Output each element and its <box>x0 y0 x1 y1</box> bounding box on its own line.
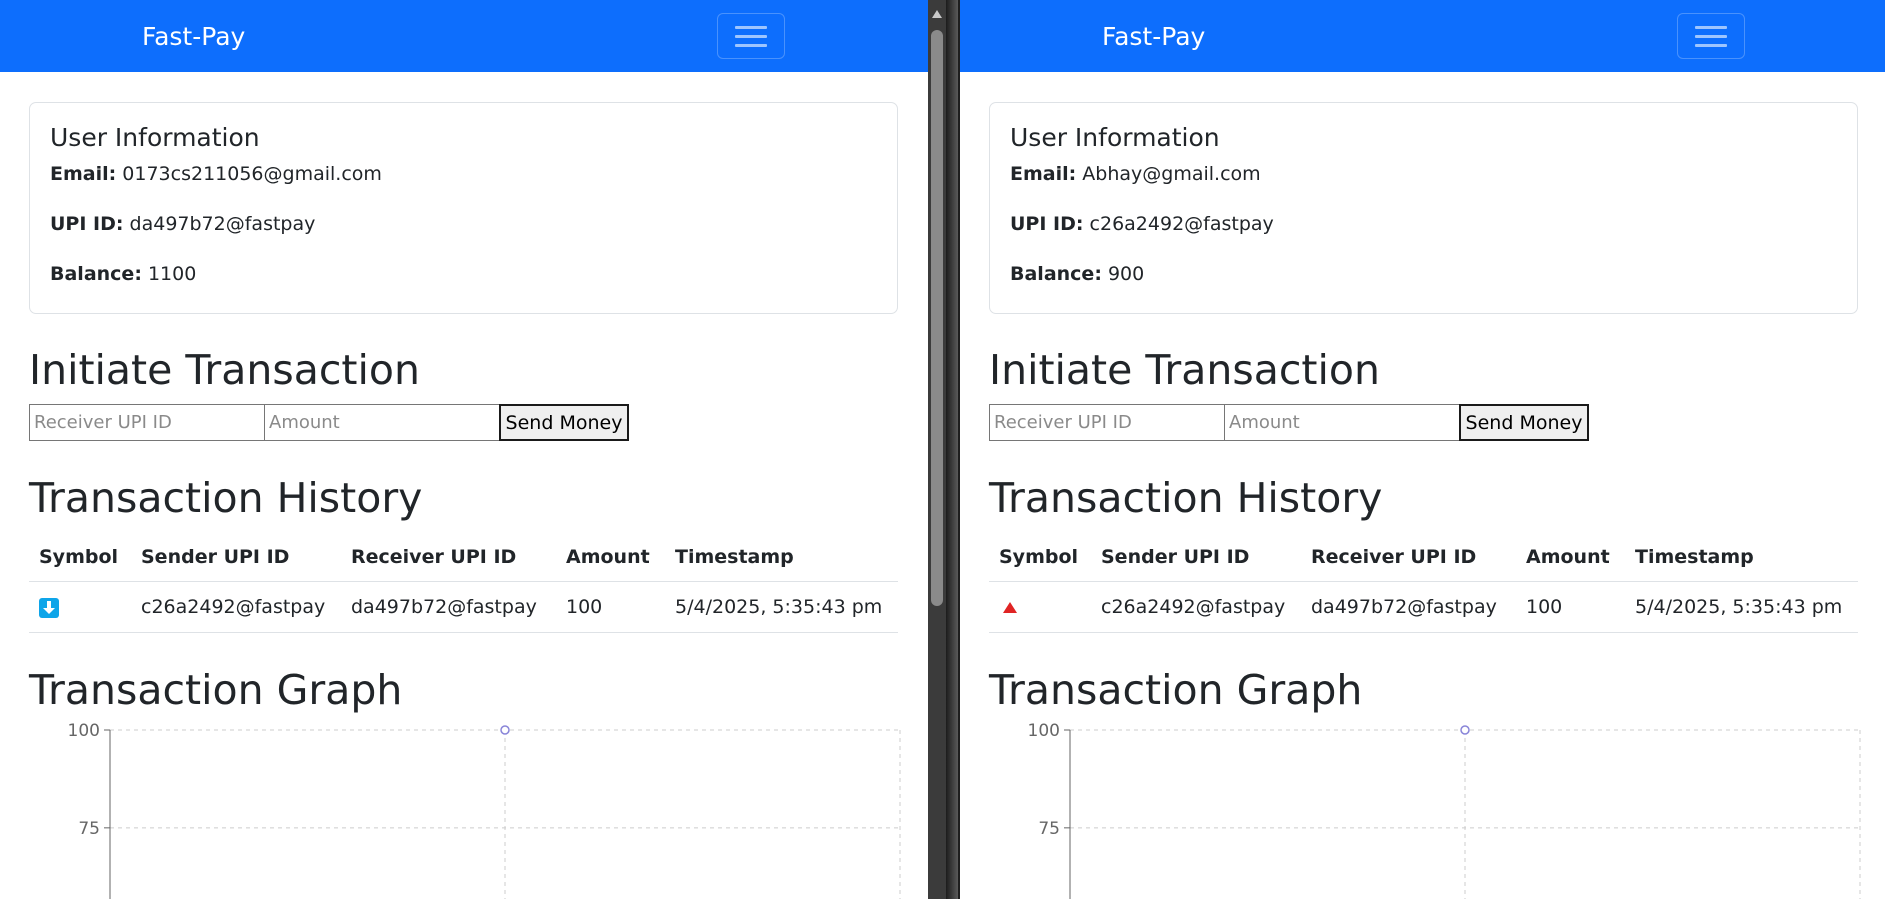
upi-row: UPI ID: c26a2492@fastpay <box>1010 211 1837 237</box>
timestamp-cell: 5/4/2025, 5:35:43 pm <box>1625 581 1858 633</box>
initiate-heading: Initiate Transaction <box>989 346 1380 394</box>
email-row: Email: Abhay@gmail.com <box>1010 161 1837 187</box>
email-label: Email: <box>50 163 117 185</box>
col-receiver: Receiver UPI ID <box>341 532 556 582</box>
received-arrow-icon <box>39 597 59 618</box>
upi-row: UPI ID: da497b72@fastpay <box>50 211 877 237</box>
col-amount: Amount <box>556 532 665 582</box>
data-point <box>1460 725 1470 735</box>
graph-svg: 100 75 <box>1028 722 1861 899</box>
y-tick-label: 100 <box>68 722 100 741</box>
amount-cell: 100 <box>1516 581 1625 633</box>
col-timestamp: Timestamp <box>1625 532 1858 582</box>
col-receiver: Receiver UPI ID <box>1301 532 1516 582</box>
scrollbar-thumb[interactable] <box>931 30 943 606</box>
upi-label: UPI ID: <box>50 213 124 235</box>
col-sender: Sender UPI ID <box>1091 532 1301 582</box>
col-symbol: Symbol <box>989 532 1091 582</box>
user-info-card: User Information Email: Abhay@gmail.com … <box>989 102 1858 314</box>
y-tick-label: 100 <box>1028 722 1060 741</box>
email-label: Email: <box>1010 163 1077 185</box>
graph-heading: Transaction Graph <box>29 666 403 714</box>
timestamp-cell: 5/4/2025, 5:35:43 pm <box>665 581 898 633</box>
balance-row: Balance: 1100 <box>50 261 877 287</box>
send-money-button[interactable]: Send Money <box>1459 404 1589 441</box>
email-row: Email: 0173cs211056@gmail.com <box>50 161 877 187</box>
vertical-scrollbar[interactable] <box>928 0 958 899</box>
receiver-cell: da497b72@fastpay <box>1301 581 1516 633</box>
hamburger-icon <box>735 26 767 29</box>
upi-value: da497b72@fastpay <box>129 213 316 235</box>
transaction-graph: 100 75 <box>55 722 907 899</box>
initiate-heading: Initiate Transaction <box>29 346 420 394</box>
navbar-toggler-button[interactable] <box>717 13 785 59</box>
send-money-button[interactable]: Send Money <box>499 404 629 441</box>
scroll-up-arrow-icon[interactable] <box>932 10 942 18</box>
graph-heading: Transaction Graph <box>989 666 1363 714</box>
balance-value: 900 <box>1107 263 1145 285</box>
upi-label: UPI ID: <box>1010 213 1084 235</box>
table-row: c26a2492@fastpay da497b72@fastpay 100 5/… <box>989 581 1858 633</box>
navbar: Fast-Pay <box>960 0 1885 72</box>
history-heading: Transaction History <box>29 474 423 522</box>
col-timestamp: Timestamp <box>665 532 898 582</box>
col-sender: Sender UPI ID <box>131 532 341 582</box>
symbol-cell <box>29 581 131 633</box>
hamburger-icon <box>1695 26 1727 29</box>
user-info-card: User Information Email: 0173cs211056@gma… <box>29 102 898 314</box>
symbol-cell <box>989 581 1091 633</box>
left-browser-window: Fast-Pay User Information Email: 0173cs2… <box>0 0 928 899</box>
sender-cell: c26a2492@fastpay <box>1091 581 1301 633</box>
upi-value: c26a2492@fastpay <box>1089 213 1274 235</box>
table-header-row: Symbol Sender UPI ID Receiver UPI ID Amo… <box>29 532 898 582</box>
email-value: 0173cs211056@gmail.com <box>122 163 382 185</box>
amount-input[interactable] <box>1224 404 1460 441</box>
sent-triangle-icon <box>1003 602 1017 613</box>
graph-svg: 100 75 <box>68 722 901 899</box>
table-header-row: Symbol Sender UPI ID Receiver UPI ID Amo… <box>989 532 1858 582</box>
data-point <box>500 725 510 735</box>
receiver-upi-input[interactable] <box>29 404 265 441</box>
transaction-table: Symbol Sender UPI ID Receiver UPI ID Amo… <box>989 532 1858 633</box>
amount-input[interactable] <box>264 404 500 441</box>
navbar: Fast-Pay <box>0 0 928 72</box>
y-tick-label: 75 <box>1038 819 1060 839</box>
receiver-upi-input[interactable] <box>989 404 1225 441</box>
y-tick-label: 75 <box>78 819 100 839</box>
right-browser-window: Fast-Pay User Information Email: Abhay@g… <box>958 0 1885 899</box>
sender-cell: c26a2492@fastpay <box>131 581 341 633</box>
balance-label: Balance: <box>1010 263 1102 285</box>
table-row: c26a2492@fastpay da497b72@fastpay 100 5/… <box>29 581 898 633</box>
navbar-toggler-button[interactable] <box>1677 13 1745 59</box>
brand-link[interactable]: Fast-Pay <box>142 22 245 52</box>
card-title: User Information <box>1010 123 1220 152</box>
col-amount: Amount <box>1516 532 1625 582</box>
brand-link[interactable]: Fast-Pay <box>1102 22 1205 52</box>
card-title: User Information <box>50 123 260 152</box>
amount-cell: 100 <box>556 581 665 633</box>
email-value: Abhay@gmail.com <box>1082 163 1261 185</box>
col-symbol: Symbol <box>29 532 131 582</box>
balance-value: 1100 <box>147 263 197 285</box>
transaction-graph: 100 75 <box>1015 722 1867 899</box>
history-heading: Transaction History <box>989 474 1383 522</box>
transaction-table: Symbol Sender UPI ID Receiver UPI ID Amo… <box>29 532 898 633</box>
balance-label: Balance: <box>50 263 142 285</box>
receiver-cell: da497b72@fastpay <box>341 581 556 633</box>
balance-row: Balance: 900 <box>1010 261 1837 287</box>
